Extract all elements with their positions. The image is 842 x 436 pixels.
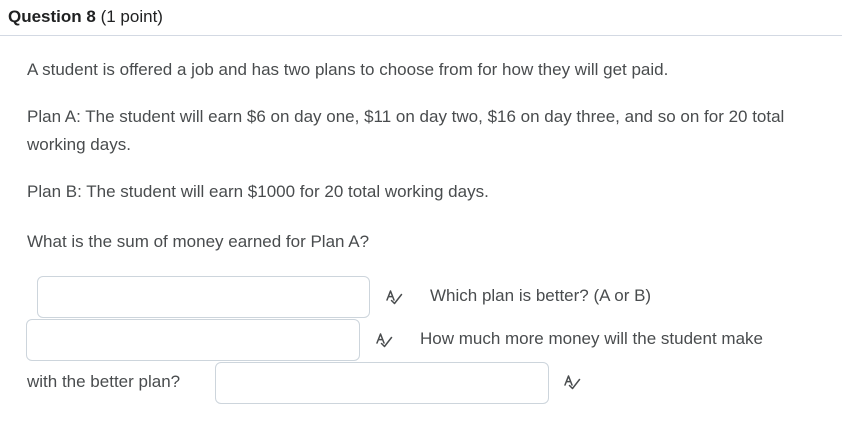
question-header: Question 8 (1 point) <box>0 0 842 36</box>
which-plan-prompt: Which plan is better? (A or B) <box>430 286 652 305</box>
question-intro: A student is offered a job and has two p… <box>27 60 669 79</box>
spellcheck-icon[interactable] <box>563 373 581 391</box>
how-much-more-prompt: How much more money will the student mak… <box>420 329 763 348</box>
question-points: (1 point) <box>100 7 163 26</box>
better-plan-prompt-end: with the better plan? <box>27 372 181 391</box>
plan-b-description: Plan B: The student will earn $1000 for … <box>27 182 489 201</box>
spellcheck-icon[interactable] <box>385 288 403 306</box>
question-number: Question 8 <box>8 7 96 26</box>
difference-input[interactable] <box>215 362 549 404</box>
better-plan-input[interactable] <box>26 319 360 361</box>
question-title: Question 8 (1 point) <box>8 6 163 28</box>
plan-a-description: Plan A: The student will earn $6 on day … <box>27 107 785 154</box>
spellcheck-icon[interactable] <box>375 331 393 349</box>
sum-prompt: What is the sum of money earned for Plan… <box>27 232 370 251</box>
plan-a-sum-input[interactable] <box>37 276 370 318</box>
